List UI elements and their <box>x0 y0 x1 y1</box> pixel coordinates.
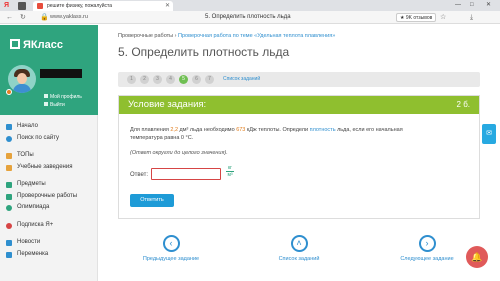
sidebar-item-subjects[interactable]: Предметы <box>0 179 98 191</box>
browser-tab[interactable]: решите физику, пожалуйста ✕ <box>33 1 173 11</box>
trophy-icon <box>6 153 12 159</box>
unit-denominator: м³ <box>227 172 233 178</box>
density-link[interactable]: плотность <box>310 127 336 133</box>
sidebar-brand: ЯКласс Мой профиль Выйти <box>0 25 98 115</box>
sidebar-item-olympiad[interactable]: Олимпиада <box>0 202 98 214</box>
logo-icon <box>10 39 20 49</box>
sidebar-menu: Начало Поиск по сайту ТОПы Учебные завед… <box>0 121 98 260</box>
avatar-body <box>13 84 31 93</box>
news-icon <box>6 240 12 246</box>
task-question: Для плавления 2,2 дм³ льда необходимо 67… <box>130 127 403 141</box>
task-header: Условие задания: 2 б. <box>119 96 479 114</box>
sidebar-item-home[interactable]: Начало <box>0 121 98 133</box>
username-redacted <box>40 69 82 78</box>
step-5[interactable]: 5 <box>179 75 188 84</box>
main-content: Проверочные работы › Проверочная работа … <box>99 25 500 281</box>
sidebar-item-search[interactable]: Поиск по сайту <box>0 133 98 145</box>
lock-icon: 🔒 <box>40 14 49 21</box>
olympiad-icon <box>6 205 12 211</box>
task-stepper: 1 2 3 4 5 6 7 Список заданий <box>118 72 480 87</box>
maximize-icon[interactable]: □ <box>470 0 474 11</box>
logo-text: ЯКласс <box>23 39 63 51</box>
steps-list-link[interactable]: Список заданий <box>223 76 260 82</box>
task-navigation: ‹ Предыдущее задание ˄ Список заданий › … <box>118 235 480 275</box>
task-list-button[interactable]: ˄ Список заданий <box>264 235 334 262</box>
step-7[interactable]: 7 <box>205 75 214 84</box>
sidebar: ЯКласс Мой профиль Выйти Начало Поиск по… <box>0 25 98 281</box>
breadcrumb-separator: › <box>174 33 177 39</box>
back-arrow-icon[interactable]: ← <box>6 13 13 22</box>
bookmark-icon[interactable]: ☆ <box>440 13 446 22</box>
step-6[interactable]: 6 <box>192 75 201 84</box>
tab-title: решите физику, пожалуйста <box>47 3 113 9</box>
sidebar-item-break[interactable]: Переменка <box>0 249 98 261</box>
books-icon <box>6 182 12 188</box>
yandex-menu-icon[interactable]: Я <box>4 2 14 10</box>
download-icon[interactable]: ⤓ <box>470 13 473 22</box>
apps-grid-icon[interactable] <box>18 2 26 10</box>
reviews-button[interactable]: ★ 9K отзывов <box>396 13 437 22</box>
submit-answer-button[interactable]: Ответить <box>130 194 174 207</box>
answer-label: Ответ: <box>130 172 149 178</box>
subscription-icon <box>6 222 12 229</box>
answer-unit: кг м³ <box>226 165 234 178</box>
address-page-title: 5. Определить плотность льда <box>205 14 291 20</box>
avatar-badge-icon <box>6 89 12 95</box>
sidebar-item-subscription[interactable]: Подписка Я+ <box>0 220 98 232</box>
chevron-left-icon: ‹ <box>162 235 180 252</box>
answer-input[interactable] <box>151 168 221 180</box>
url-field[interactable]: www.yaklass.ru <box>50 14 88 20</box>
next-task-button[interactable]: › Следующее задание <box>392 235 462 262</box>
chevron-right-icon: › <box>418 235 436 252</box>
avatar[interactable] <box>8 65 36 93</box>
logout-link[interactable]: Выйти <box>44 102 65 108</box>
sidebar-item-schools[interactable]: Учебные заведения <box>0 162 98 174</box>
home-icon <box>6 124 12 130</box>
school-icon <box>6 164 12 171</box>
address-bar: ← ↻ 🔒 www.yaklass.ru 5. Определить плотн… <box>0 11 500 24</box>
chat-bell-icon[interactable]: 🔔 <box>466 246 488 268</box>
step-4[interactable]: 4 <box>166 75 175 84</box>
search-icon <box>6 135 12 142</box>
rounding-note: (Ответ округли до целого значения). <box>130 150 228 156</box>
tab-close-icon[interactable]: ✕ <box>165 1 170 11</box>
sidebar-item-tests[interactable]: Проверочные работы <box>0 191 98 203</box>
window-close-icon[interactable]: ✕ <box>486 0 491 11</box>
refresh-icon[interactable]: ↻ <box>20 13 26 22</box>
task-header-title: Условие задания: <box>128 99 207 110</box>
volume-value: 2,2 <box>170 127 179 133</box>
tab-favicon-icon <box>37 3 43 9</box>
prev-task-button[interactable]: ‹ Предыдущее задание <box>136 235 206 262</box>
profile-link[interactable]: Мой профиль <box>44 94 82 100</box>
unit-numerator: кг <box>227 165 232 171</box>
logo[interactable]: ЯКласс <box>10 39 63 51</box>
step-3[interactable]: 3 <box>153 75 162 84</box>
browser-tabbar: Я решите физику, пожалуйста ✕ — □ ✕ <box>0 0 500 11</box>
breadcrumb: Проверочные работы › Проверочная работа … <box>118 33 335 39</box>
logout-icon <box>44 102 48 106</box>
break-icon <box>6 251 12 258</box>
profile-icon <box>44 94 48 98</box>
energy-value: 673 <box>236 127 246 133</box>
task-points: 2 б. <box>456 100 470 109</box>
chevron-up-icon: ˄ <box>290 235 308 252</box>
sidebar-item-tops[interactable]: ТОПы <box>0 150 98 162</box>
task-card: Условие задания: 2 б. Для плавления 2,2 … <box>118 95 480 219</box>
page-title: 5. Определить плотность льда <box>118 45 290 59</box>
feedback-tab-icon[interactable]: ✉ <box>482 124 496 144</box>
minimize-icon[interactable]: — <box>455 0 461 11</box>
avatar-face <box>17 73 27 84</box>
breadcrumb-test-topic[interactable]: Проверочная работа по теме «Удельная теп… <box>178 33 335 39</box>
sidebar-item-news[interactable]: Новости <box>0 237 98 249</box>
step-2[interactable]: 2 <box>140 75 149 84</box>
step-1[interactable]: 1 <box>127 75 136 84</box>
tests-icon <box>6 193 12 200</box>
breadcrumb-tests[interactable]: Проверочные работы <box>118 33 173 39</box>
